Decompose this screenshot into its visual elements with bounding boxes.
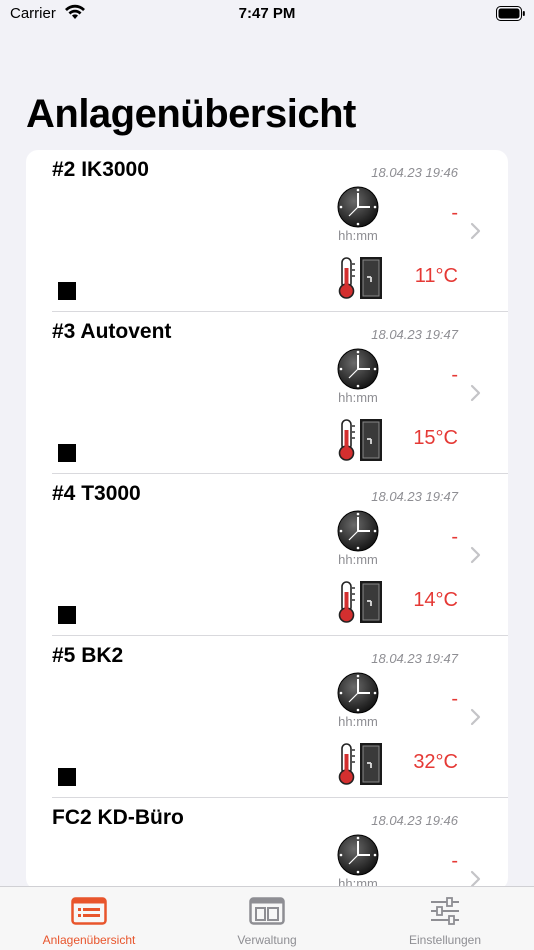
tab-anlagenuebersicht[interactable]: Anlagenübersicht (0, 887, 178, 950)
battery-icon (496, 6, 525, 21)
page-title: Anlagenübersicht (26, 92, 356, 136)
tab-verwaltung[interactable]: Verwaltung (178, 887, 356, 950)
status-bar: Carrier 7:47 PM (0, 0, 534, 30)
status-time: 7:47 PM (238, 5, 296, 22)
time-value: - (451, 202, 458, 224)
temperature-value: 32°C (413, 751, 458, 773)
device-timestamp: 18.04.23 19:46 (371, 165, 458, 180)
list-item[interactable]: FC2 KD-Büro 18.04.23 19:46 hh:mm - (26, 798, 508, 890)
temperature-value: 11°C (414, 265, 458, 287)
thermometer-door-icon (338, 580, 384, 624)
tab-einstellungen[interactable]: Einstellungen (356, 887, 534, 950)
panel-layout-icon (249, 897, 285, 925)
chevron-right-icon (470, 546, 482, 564)
thermometer-door-icon (338, 256, 384, 300)
clock-icon (337, 672, 379, 714)
device-name: #2 IK3000 (52, 158, 149, 181)
time-value: - (451, 526, 458, 548)
tab-label: Verwaltung (237, 933, 297, 947)
clock-icon (337, 510, 379, 552)
clock-icon (337, 348, 379, 390)
list-card-icon (71, 897, 107, 925)
chevron-right-icon (470, 222, 482, 240)
clock-icon (337, 186, 379, 228)
sliders-icon (431, 897, 459, 925)
stop-square-icon (58, 768, 76, 786)
tab-bar: Anlagenübersicht Verwaltung Einstellunge… (0, 886, 534, 950)
device-timestamp: 18.04.23 19:47 (371, 651, 458, 666)
device-name: #3 Autovent (52, 320, 172, 343)
temperature-value: 15°C (413, 427, 458, 449)
list-item[interactable]: #2 IK3000 18.04.23 19:46 hh:mm - 11°C (26, 150, 508, 312)
tab-label: Anlagenübersicht (42, 933, 136, 947)
time-value: - (451, 850, 458, 872)
device-name: FC2 KD-Büro (52, 806, 184, 829)
thermometer-door-icon (338, 418, 384, 462)
stop-square-icon (58, 444, 76, 462)
list-item[interactable]: #5 BK2 18.04.23 19:47 hh:mm - 32°C (26, 636, 508, 798)
chevron-right-icon (470, 708, 482, 726)
stop-square-icon (58, 282, 76, 300)
device-list: #2 IK3000 18.04.23 19:46 hh:mm - 11°C #3 Auto… (26, 150, 508, 890)
time-unit-label: hh:mm (338, 228, 378, 243)
time-unit-label: hh:mm (338, 552, 378, 567)
thermometer-door-icon (338, 742, 384, 786)
list-item[interactable]: #3 Autovent 18.04.23 19:47 hh:mm - 15°C (26, 312, 508, 474)
clock-icon (337, 834, 379, 876)
time-unit-label: hh:mm (338, 714, 378, 729)
chevron-right-icon (470, 384, 482, 402)
device-timestamp: 18.04.23 19:47 (371, 489, 458, 504)
device-name: #4 T3000 (52, 482, 141, 505)
stop-square-icon (58, 606, 76, 624)
time-value: - (451, 688, 458, 710)
tab-label: Einstellungen (408, 933, 482, 947)
time-unit-label: hh:mm (338, 390, 378, 405)
list-item[interactable]: #4 T3000 18.04.23 19:47 hh:mm - 14°C (26, 474, 508, 636)
time-value: - (451, 364, 458, 386)
temperature-value: 14°C (413, 589, 458, 611)
device-timestamp: 18.04.23 19:47 (371, 327, 458, 342)
device-timestamp: 18.04.23 19:46 (371, 813, 458, 828)
device-name: #5 BK2 (52, 644, 124, 667)
